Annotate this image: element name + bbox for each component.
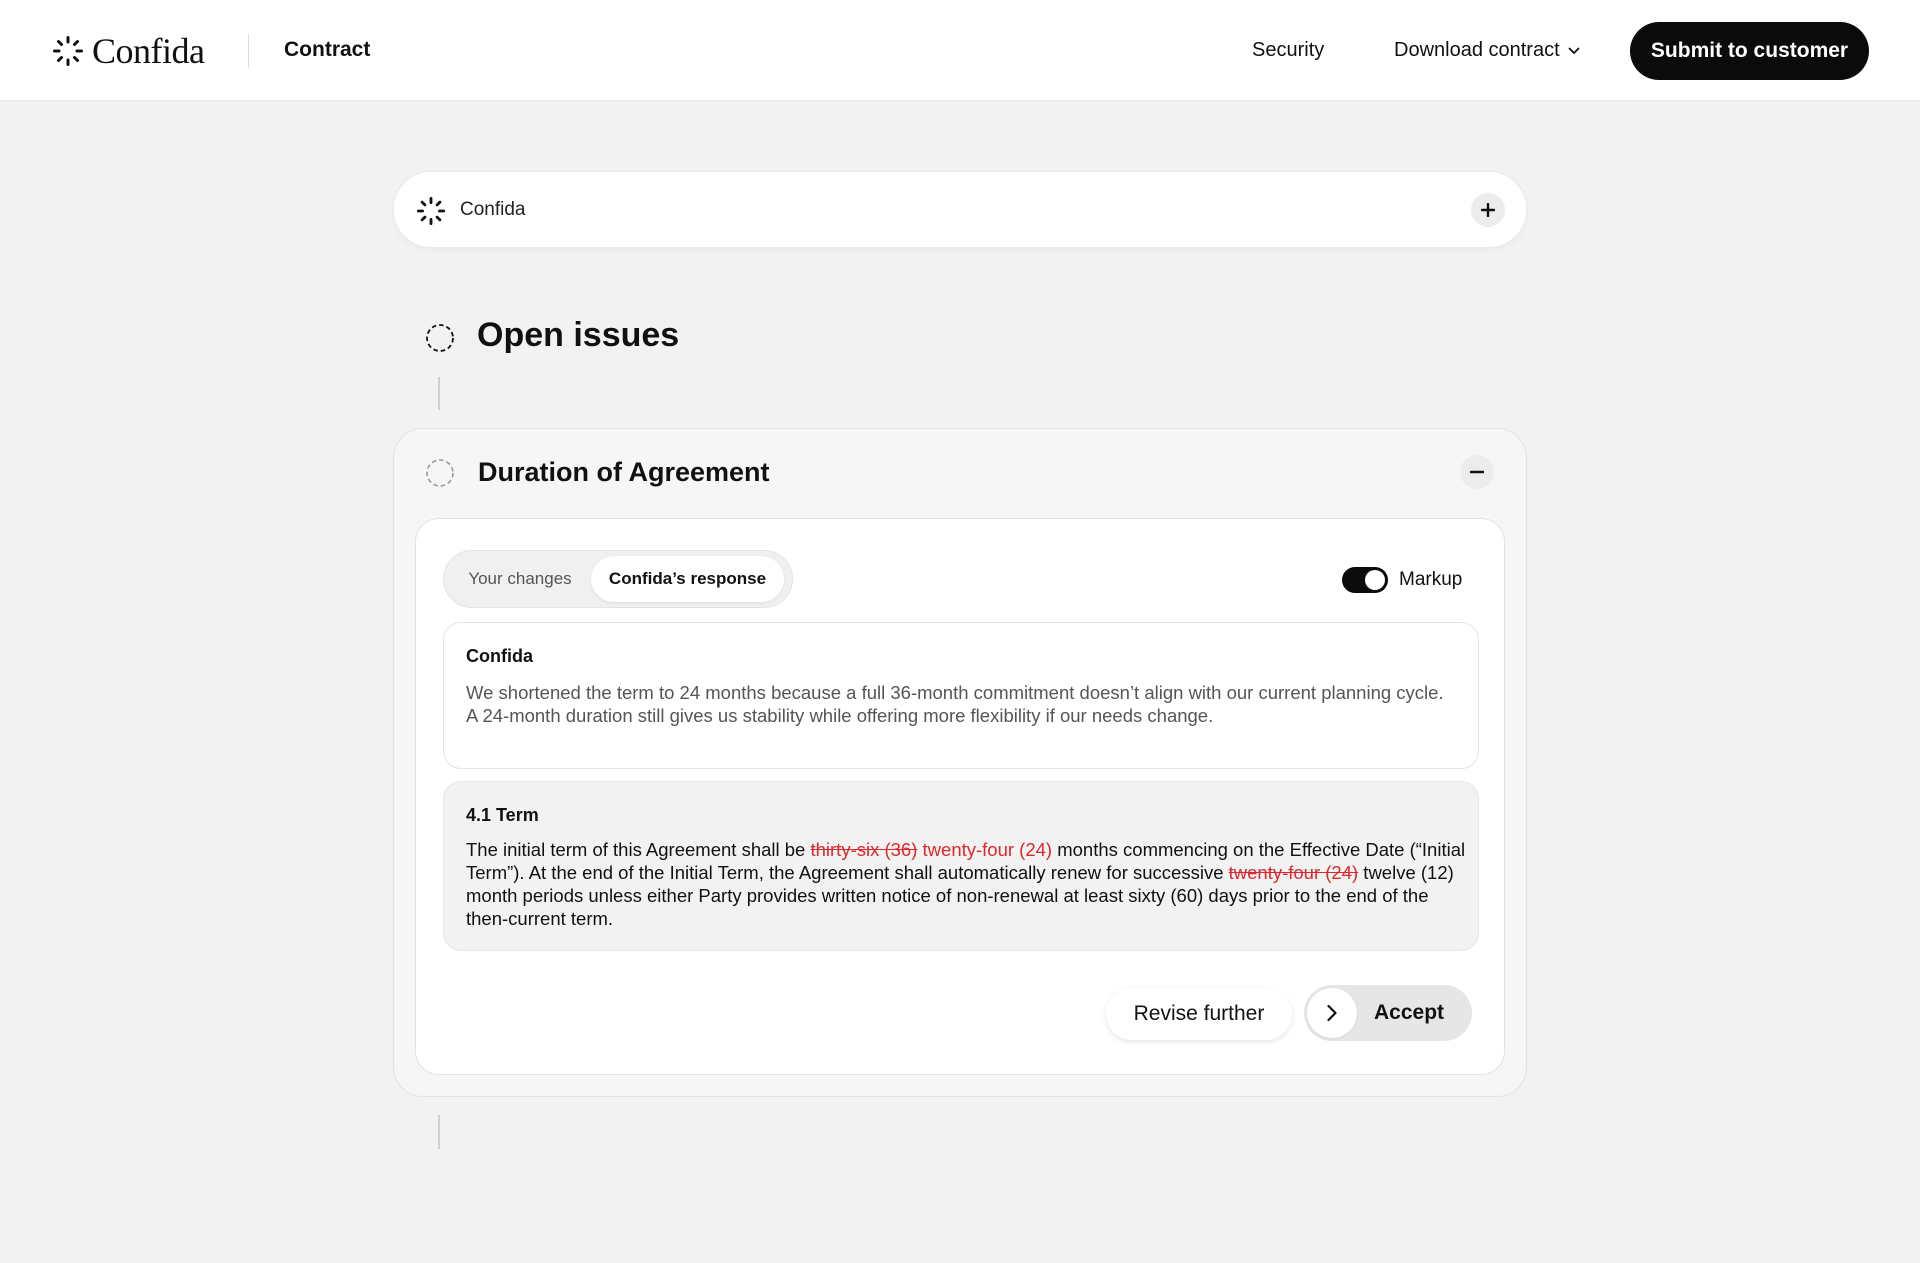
chevron-down-icon xyxy=(1568,47,1580,54)
tab-your-changes[interactable]: Your changes xyxy=(450,556,590,602)
open-issues-heading: Open issues xyxy=(477,316,680,354)
sparkle-spinner-icon xyxy=(53,36,83,66)
dashed-circle-icon xyxy=(426,324,454,352)
plus-icon xyxy=(1481,203,1495,217)
revise-further-button[interactable]: Revise further xyxy=(1106,988,1292,1040)
deleted-text: thirty-six (36) xyxy=(810,839,918,860)
comment-author: Confida xyxy=(466,646,533,666)
markup-label: Markup xyxy=(1399,569,1463,590)
deleted-text: twenty-four (24) xyxy=(1228,862,1359,883)
contract-clause: 4.1 Term The initial term of this Agreem… xyxy=(443,781,1479,951)
sparkle-spinner-icon xyxy=(416,196,446,226)
comment-text: We shortened the term to 24 months becau… xyxy=(466,682,1444,726)
minus-icon xyxy=(1470,470,1484,474)
assistant-bar-label: Confida xyxy=(460,199,526,220)
clause-heading: 4.1 Term xyxy=(466,805,539,825)
tab-confida-response[interactable]: Confida’s response xyxy=(591,556,784,602)
dashed-circle-icon xyxy=(426,459,454,487)
issue-detail-panel: Your changes Confida’s response Markup C… xyxy=(415,518,1505,1075)
accept-label: Accept xyxy=(1374,1001,1445,1024)
header-divider xyxy=(248,34,249,68)
confida-comment: Confida We shortened the term to 24 mont… xyxy=(443,622,1479,769)
timeline-connector xyxy=(438,377,440,410)
confida-assistant-bar[interactable]: Confida xyxy=(393,171,1527,248)
toggle-knob xyxy=(1365,570,1385,590)
markup-toggle-group: Markup xyxy=(1342,567,1462,593)
accept-button[interactable]: Accept xyxy=(1304,985,1472,1041)
expand-assistant-button[interactable] xyxy=(1471,193,1505,227)
download-contract-dropdown[interactable]: Download contract xyxy=(1394,39,1580,62)
timeline-connector xyxy=(438,1115,440,1149)
brand-name: Confida xyxy=(92,31,205,71)
response-tabs: Your changes Confida’s response xyxy=(443,550,793,608)
clause-segment: The initial term of this Agreement shall… xyxy=(466,839,811,860)
inserted-text: twenty-four (24) xyxy=(922,839,1053,860)
page-section-title: Contract xyxy=(284,38,371,61)
submit-to-customer-button[interactable]: Submit to customer xyxy=(1630,22,1869,80)
markup-toggle[interactable] xyxy=(1342,567,1388,593)
issue-title: Duration of Agreement xyxy=(478,457,770,487)
collapse-issue-button[interactable] xyxy=(1460,455,1494,489)
brand-logo[interactable]: Confida xyxy=(52,31,205,71)
chevron-right-icon xyxy=(1327,1004,1337,1022)
accept-chevron xyxy=(1307,988,1357,1038)
clause-text: The initial term of this Agreement shall… xyxy=(466,838,1466,930)
issue-card: Duration of Agreement Your changes Confi… xyxy=(393,428,1527,1097)
top-bar: Confida Contract Security Download contr… xyxy=(0,0,1920,101)
nav-security-link[interactable]: Security xyxy=(1252,39,1324,62)
download-contract-label: Download contract xyxy=(1394,39,1560,61)
